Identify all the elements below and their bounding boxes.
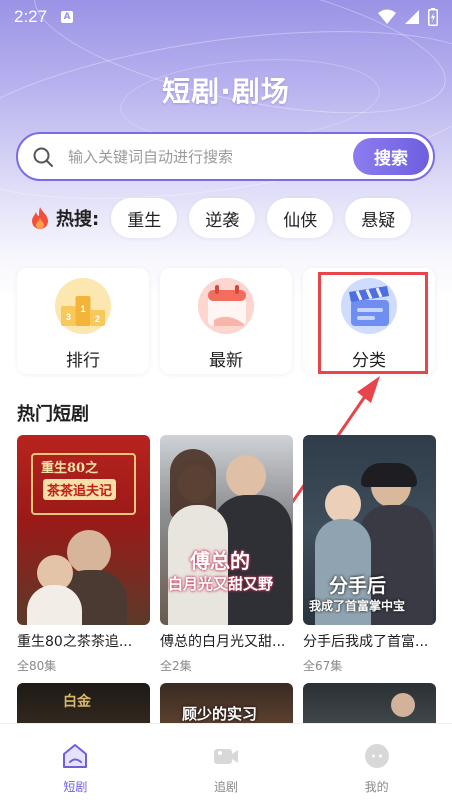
drama-card[interactable]: 傅总的 白月光又甜又野 傅总的白月光又甜... 全2集: [160, 435, 293, 674]
nav-tab-follow[interactable]: 追剧: [151, 724, 302, 805]
nav-tab-profile[interactable]: 我的: [301, 724, 452, 805]
drama-card[interactable]: 分手后 我成了首富掌中宝 分手后我成了首富... 全67集: [303, 435, 436, 674]
drama-poster[interactable]: 傅总的 白月光又甜又野: [160, 435, 293, 625]
nav-tab-follow-label: 追剧: [214, 780, 239, 794]
drama-title: 重生80之茶茶追...: [17, 634, 133, 650]
poster-subtitle: 白月光又甜又野: [168, 575, 274, 593]
drama-episodes: 全67集: [303, 659, 343, 673]
drama-title: 分手后我成了首富...: [303, 634, 429, 650]
nav-tab-drama[interactable]: 短剧: [0, 724, 151, 805]
drama-episodes: 全2集: [160, 659, 192, 673]
poster-subtitle: 茶茶追夫记: [43, 479, 117, 500]
bottom-navigation: 短剧 追剧 我的: [0, 723, 452, 805]
poster-title: 白金: [63, 694, 91, 710]
poster-title: 傅总的: [190, 549, 250, 573]
poster-title: 重生80之: [41, 461, 99, 476]
nav-tab-profile-label: 我的: [364, 780, 389, 794]
poster-subtitle: 我成了首富掌中宝: [309, 599, 406, 613]
drama-episodes: 全80集: [17, 659, 57, 673]
poster-title: 顾少的实习: [182, 705, 258, 723]
drama-poster[interactable]: 分手后 我成了首富掌中宝: [303, 435, 436, 625]
video-camera-icon: [214, 749, 238, 764]
home-drama-icon: [63, 744, 88, 768]
drama-poster[interactable]: 重生80之 茶茶追夫记: [17, 435, 150, 625]
drama-title: 傅总的白月光又甜...: [160, 634, 286, 650]
drama-card[interactable]: 重生80之 茶茶追夫记 重生80之茶茶追... 全80集: [17, 435, 150, 674]
nav-tab-drama-label: 短剧: [63, 780, 88, 794]
poster-title: 分手后: [329, 575, 387, 597]
profile-icon: [364, 744, 389, 768]
hot-dramas-title: 热门短剧: [17, 404, 89, 425]
